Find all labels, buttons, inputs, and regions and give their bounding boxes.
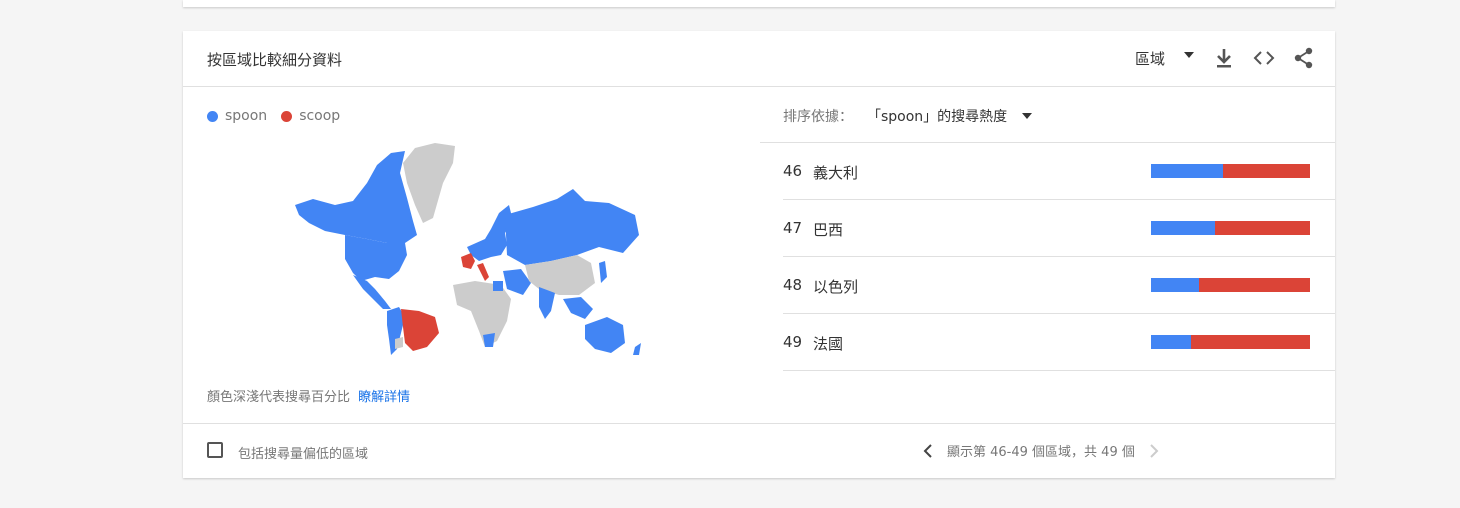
region-rank: 49 (783, 333, 803, 351)
sort-label: 排序依據： (783, 109, 853, 125)
legend-item-scoop: scoop (281, 108, 340, 124)
map-region-new-zealand[interactable] (633, 343, 641, 355)
region-dropdown-caret-icon[interactable] (1183, 51, 1195, 59)
embed-code-icon[interactable] (1253, 47, 1275, 69)
map-region-south-africa[interactable] (483, 333, 495, 347)
map-region-russia[interactable] (505, 189, 639, 265)
sort-select[interactable]: 「spoon」的搜尋熱度 (867, 106, 1007, 126)
sort-dropdown-caret-icon[interactable] (1021, 112, 1033, 120)
world-map[interactable] (295, 143, 645, 355)
scoop-share (1214, 221, 1310, 235)
map-region-southeast-asia[interactable] (563, 297, 593, 319)
map-region-egypt[interactable] (493, 281, 503, 291)
sort-control: 排序依據： 「spoon」的搜尋熱度 (783, 106, 1033, 126)
legend-dot-scoop (281, 110, 293, 122)
region-rank: 46 (783, 162, 803, 180)
region-share-bar (1151, 335, 1310, 349)
region-rank: 48 (783, 276, 803, 294)
next-page-icon[interactable] (1149, 443, 1159, 458)
spoon-share (1151, 164, 1223, 178)
download-icon[interactable] (1214, 47, 1234, 69)
map-region-greenland[interactable] (403, 143, 455, 223)
region-share-bar (1151, 164, 1310, 178)
include-low-volume-label: 包括搜尋量偏低的區域 (238, 447, 369, 462)
map-region-italy[interactable] (477, 263, 489, 281)
map-region-canada[interactable] (295, 151, 417, 243)
map-region-brazil[interactable] (401, 309, 439, 351)
legend-item-spoon: spoon (207, 108, 267, 124)
pagination-text: 顯示第 46-49 個區域，共 49 個 (947, 445, 1135, 460)
card-header: 按區域比較細分資料 區域 (183, 31, 1335, 87)
map-region-japan[interactable] (599, 261, 607, 283)
spoon-share (1151, 278, 1199, 292)
region-share-bar (1151, 221, 1310, 235)
pagination: 顯示第 46-49 個區域，共 49 個 (923, 441, 1159, 460)
map-legend: spoon scoop (207, 108, 354, 124)
note-text: 顏色深淺代表搜尋百分比 (207, 390, 351, 405)
region-row[interactable]: 49 法國 (783, 314, 1335, 371)
region-rank: 47 (783, 219, 803, 237)
region-name: 義大利 (813, 164, 859, 182)
previous-page-icon[interactable] (923, 443, 933, 458)
map-region-bolivia[interactable] (395, 337, 403, 349)
region-list: 46 義大利 47 巴西 48 以色列 49 法國 (783, 143, 1335, 371)
spoon-share (1151, 335, 1191, 349)
legend-dot-spoon (207, 110, 218, 122)
region-row[interactable]: 48 以色列 (783, 257, 1335, 314)
map-region-middle-east[interactable] (503, 269, 531, 295)
share-icon[interactable] (1293, 47, 1315, 69)
learn-more-link[interactable]: 瞭解詳情 (358, 390, 410, 405)
spoon-share (1151, 221, 1215, 235)
region-name: 以色列 (813, 278, 859, 296)
region-name: 法國 (813, 335, 844, 353)
card-footer: 包括搜尋量偏低的區域 顯示第 46-49 個區域，共 49 個 (183, 423, 1335, 479)
legend-label-scoop: scoop (299, 108, 341, 124)
previous-card (183, 0, 1335, 7)
card-title: 按區域比較細分資料 (207, 51, 343, 69)
color-shade-note: 顏色深淺代表搜尋百分比 瞭解詳情 (207, 386, 410, 405)
map-region-mexico[interactable] (353, 275, 391, 309)
legend-label-spoon: spoon (225, 108, 268, 124)
scoop-share (1190, 335, 1310, 349)
scoop-share (1222, 164, 1310, 178)
region-name: 巴西 (813, 221, 844, 239)
region-row[interactable]: 47 巴西 (783, 200, 1335, 257)
include-low-volume-checkbox[interactable] (207, 442, 223, 458)
region-share-bar (1151, 278, 1310, 292)
map-region-australia[interactable] (585, 317, 625, 353)
scoop-share (1198, 278, 1310, 292)
region-select[interactable]: 區域 (1135, 48, 1165, 69)
region-row[interactable]: 46 義大利 (783, 143, 1335, 200)
compare-by-region-card: 按區域比較細分資料 區域 spoon scoop 顏色深淺代表搜尋百分比 瞭解詳… (183, 31, 1335, 478)
